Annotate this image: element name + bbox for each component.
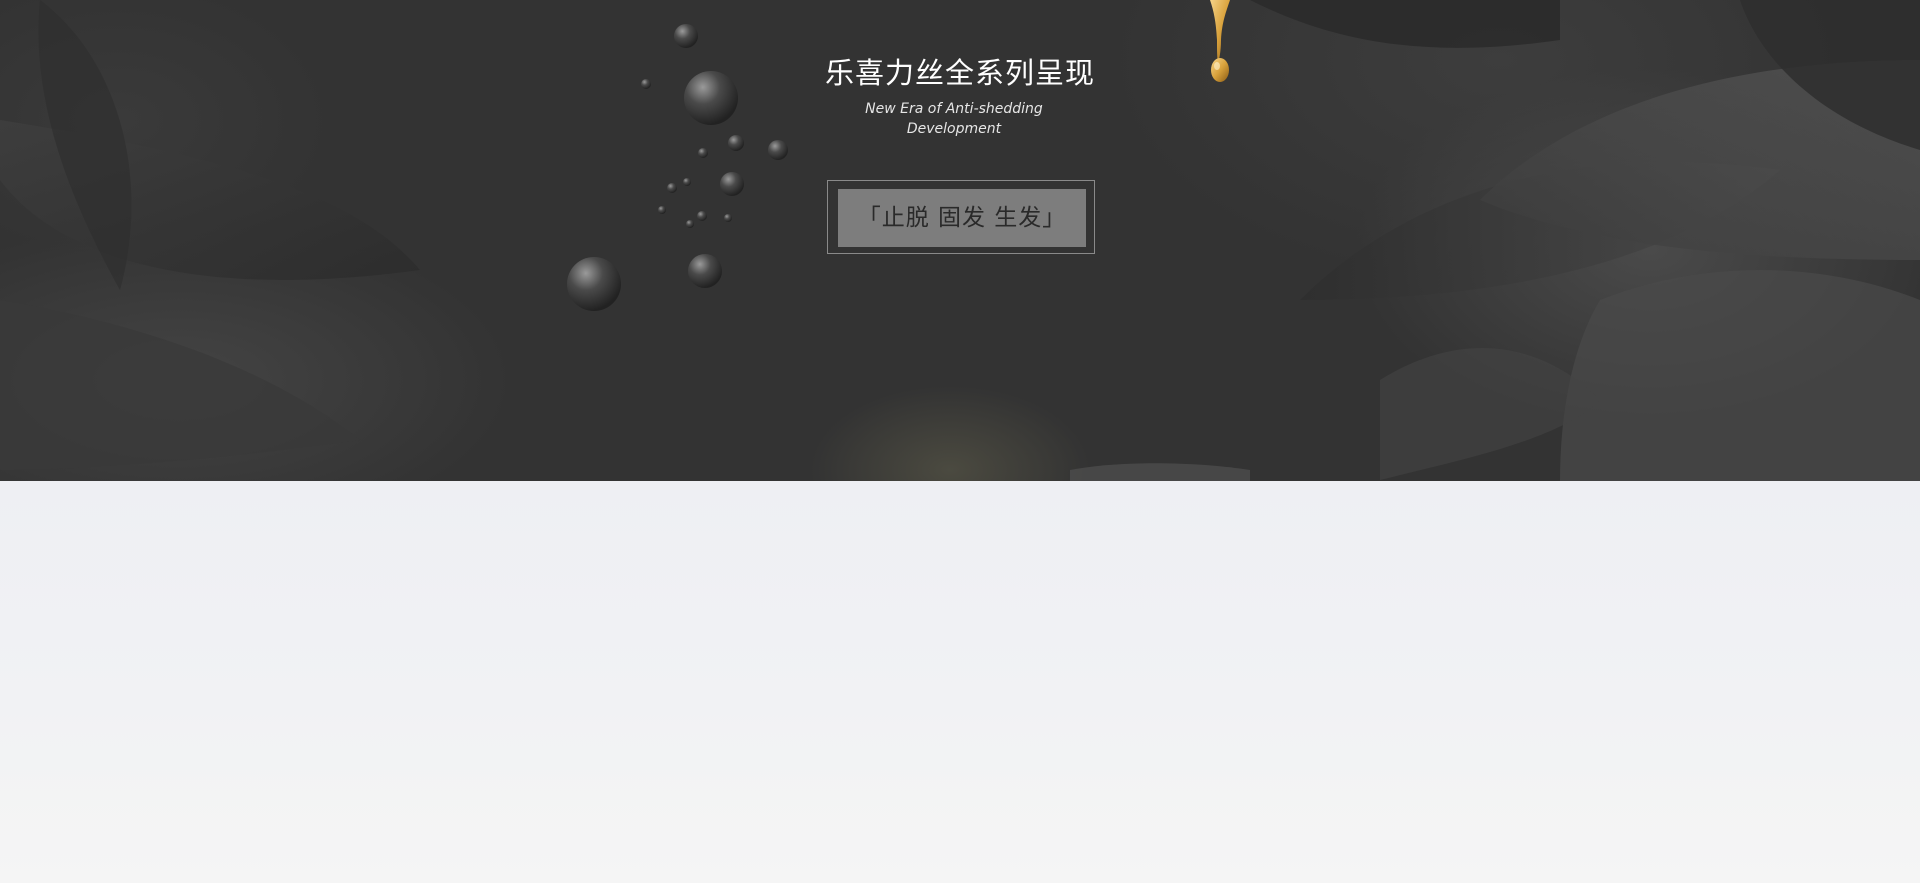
hero-banner: 乐喜力丝全系列呈现 New Era of Anti-shedding Devel…: [0, 0, 1920, 481]
hero-title: 乐喜力丝全系列呈现: [824, 56, 1095, 90]
cta-button[interactable]: 「止脱 固发 生发」: [838, 189, 1086, 247]
content-area: [0, 481, 1920, 883]
hero-content: 乐喜力丝全系列呈现 New Era of Anti-shedding Devel…: [0, 0, 1920, 481]
page: 乐喜力丝全系列呈现 New Era of Anti-shedding Devel…: [0, 0, 1920, 883]
hero-subtitle: New Era of Anti-shedding Development: [865, 101, 1043, 137]
